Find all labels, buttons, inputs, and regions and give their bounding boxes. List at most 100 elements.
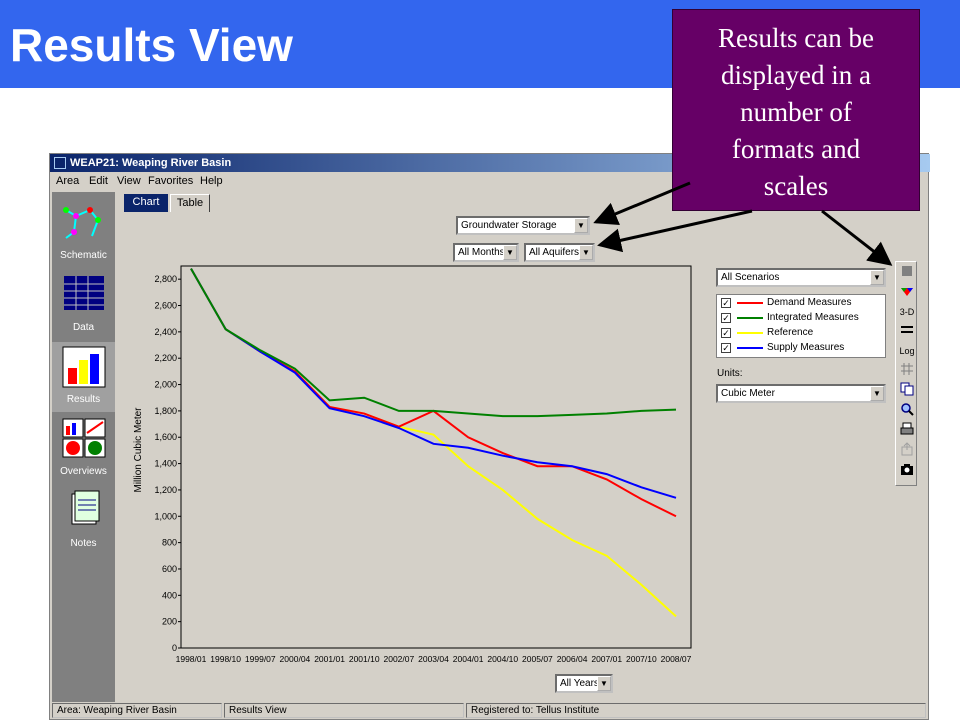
- menu-view[interactable]: View: [117, 175, 141, 187]
- y-tick-label: 1,200: [154, 485, 177, 495]
- tab-chart[interactable]: Chart: [124, 194, 168, 212]
- sidebar-item-overviews[interactable]: Overviews: [52, 414, 115, 484]
- results-chart: Million Cubic Meter 0 200 400 600 800 1,000 1,…: [133, 265, 692, 664]
- export-icon[interactable]: [898, 442, 916, 460]
- notes-icon: [71, 490, 100, 525]
- chevron-down-icon: ▼: [870, 386, 884, 401]
- y-tick-label: 2,200: [154, 353, 177, 363]
- overviews-icon: [62, 418, 106, 458]
- legend-label: Integrated Measures: [767, 312, 859, 323]
- x-tick-label: 2004/10: [487, 654, 518, 664]
- chevron-down-icon: ▼: [597, 676, 611, 691]
- menu-area[interactable]: Area: [56, 175, 79, 187]
- menu-edit[interactable]: Edit: [89, 175, 108, 187]
- app-window: WEAP21: Weaping River Basin Area Edit Vi…: [49, 153, 930, 720]
- sidebar-item-data[interactable]: Data: [52, 270, 115, 340]
- x-tick-label: 2000/04: [280, 654, 311, 664]
- menu-help[interactable]: Help: [200, 175, 223, 187]
- legend-swatch: [737, 347, 763, 349]
- callout-line: displayed in a: [721, 60, 871, 90]
- tab-table[interactable]: Table: [170, 194, 210, 212]
- callout-line: Results can be: [718, 23, 874, 53]
- chevron-down-icon: ▼: [579, 245, 593, 260]
- copy-icon[interactable]: [898, 382, 916, 400]
- callout-box: Results can be displayed in a number of …: [672, 9, 920, 211]
- status-registration: Registered to: Tellus Institute: [466, 703, 926, 718]
- schematic-icon: [63, 207, 101, 239]
- bar-chart-icon[interactable]: [898, 264, 916, 282]
- window-title: WEAP21: Weaping River Basin: [70, 157, 232, 169]
- y-tick-label: 200: [162, 617, 177, 627]
- sidebar-label-schematic: Schematic: [60, 250, 107, 261]
- scenario-legend: ✓ Demand Measures ✓ Integrated Measures …: [716, 294, 886, 358]
- months-select-value: All Months: [458, 247, 505, 258]
- callout-line: formats and: [731, 134, 861, 164]
- y-tick-label: 800: [162, 538, 177, 548]
- view-sidebar: Schematic Data Results Overviews Notes: [52, 192, 115, 702]
- legend-swatch: [737, 317, 763, 319]
- x-tick-label: 2008/07: [661, 654, 692, 664]
- y-tick-label: 1,600: [154, 432, 177, 442]
- y-tick-label: 2,600: [154, 301, 177, 311]
- y-tick-label: 2,400: [154, 327, 177, 337]
- sidebar-item-notes[interactable]: Notes: [52, 486, 115, 556]
- series-line-integrated-measures: [190, 268, 677, 418]
- status-view: Results View: [224, 703, 464, 718]
- years-select[interactable]: All Years ▼: [555, 674, 613, 693]
- y-tick-label: 0: [172, 643, 177, 653]
- variable-select[interactable]: Groundwater Storage ▼: [456, 216, 590, 235]
- x-tick-label: 2001/10: [349, 654, 380, 664]
- sidebar-label-overviews: Overviews: [60, 466, 107, 477]
- grid-icon[interactable]: [898, 362, 916, 380]
- x-tick-label: 1998/10: [210, 654, 241, 664]
- units-select-value: Cubic Meter: [721, 388, 775, 399]
- units-label: Units:: [717, 368, 743, 379]
- callout-line: scales: [763, 171, 829, 201]
- line-style-icon[interactable]: [898, 322, 916, 340]
- y-axis-label: Million Cubic Meter: [133, 407, 144, 493]
- camera-icon[interactable]: [898, 462, 916, 480]
- legend-label: Reference: [767, 327, 814, 338]
- status-bar: Area: Weaping River Basin Results View R…: [50, 702, 930, 719]
- 3d-toggle[interactable]: 3-D: [898, 303, 916, 321]
- results-icon: [62, 346, 106, 388]
- legend-swatch: [737, 332, 763, 334]
- series-line-reference: [190, 268, 677, 618]
- zoom-icon[interactable]: [898, 402, 916, 420]
- palette-icon[interactable]: [898, 284, 916, 302]
- variable-select-value: Groundwater Storage: [461, 220, 557, 231]
- checkbox-checked-icon[interactable]: ✓: [721, 313, 731, 323]
- legend-label: Demand Measures: [767, 297, 852, 308]
- sidebar-item-results[interactable]: Results: [52, 342, 115, 412]
- y-tick-label: 2,800: [154, 274, 177, 284]
- scenarios-select[interactable]: All Scenarios ▼: [716, 268, 886, 287]
- data-icon: [64, 276, 104, 310]
- checkbox-checked-icon[interactable]: ✓: [721, 298, 731, 308]
- years-select-value: All Years: [560, 678, 599, 689]
- units-select[interactable]: Cubic Meter ▼: [716, 384, 886, 403]
- x-tick-label: 2002/07: [383, 654, 414, 664]
- x-tick-label: 2003/04: [418, 654, 449, 664]
- x-tick-label: 2005/07: [522, 654, 553, 664]
- y-tick-label: 400: [162, 590, 177, 600]
- y-tick-label: 1,400: [154, 459, 177, 469]
- slide-title: Results View: [10, 19, 293, 71]
- log-scale-toggle[interactable]: Log: [898, 342, 916, 360]
- series-line-supply-measures: [190, 268, 677, 499]
- callout-line: number of: [740, 97, 852, 127]
- print-icon[interactable]: [898, 422, 916, 440]
- app-icon: [54, 157, 66, 169]
- y-tick-label: 2,000: [154, 380, 177, 390]
- x-tick-label: 2007/01: [591, 654, 622, 664]
- x-tick-label: 2004/01: [453, 654, 484, 664]
- aquifers-select-value: All Aquifers: [529, 247, 580, 258]
- series-line-demand-measures: [190, 268, 677, 518]
- checkbox-checked-icon[interactable]: ✓: [721, 328, 731, 338]
- sidebar-item-schematic[interactable]: Schematic: [52, 198, 115, 268]
- chevron-down-icon: ▼: [870, 270, 884, 285]
- menu-favorites[interactable]: Favorites: [148, 175, 193, 187]
- checkbox-checked-icon[interactable]: ✓: [721, 343, 731, 353]
- legend-swatch: [737, 302, 763, 304]
- y-tick-label: 600: [162, 564, 177, 574]
- legend-label: Supply Measures: [767, 342, 845, 353]
